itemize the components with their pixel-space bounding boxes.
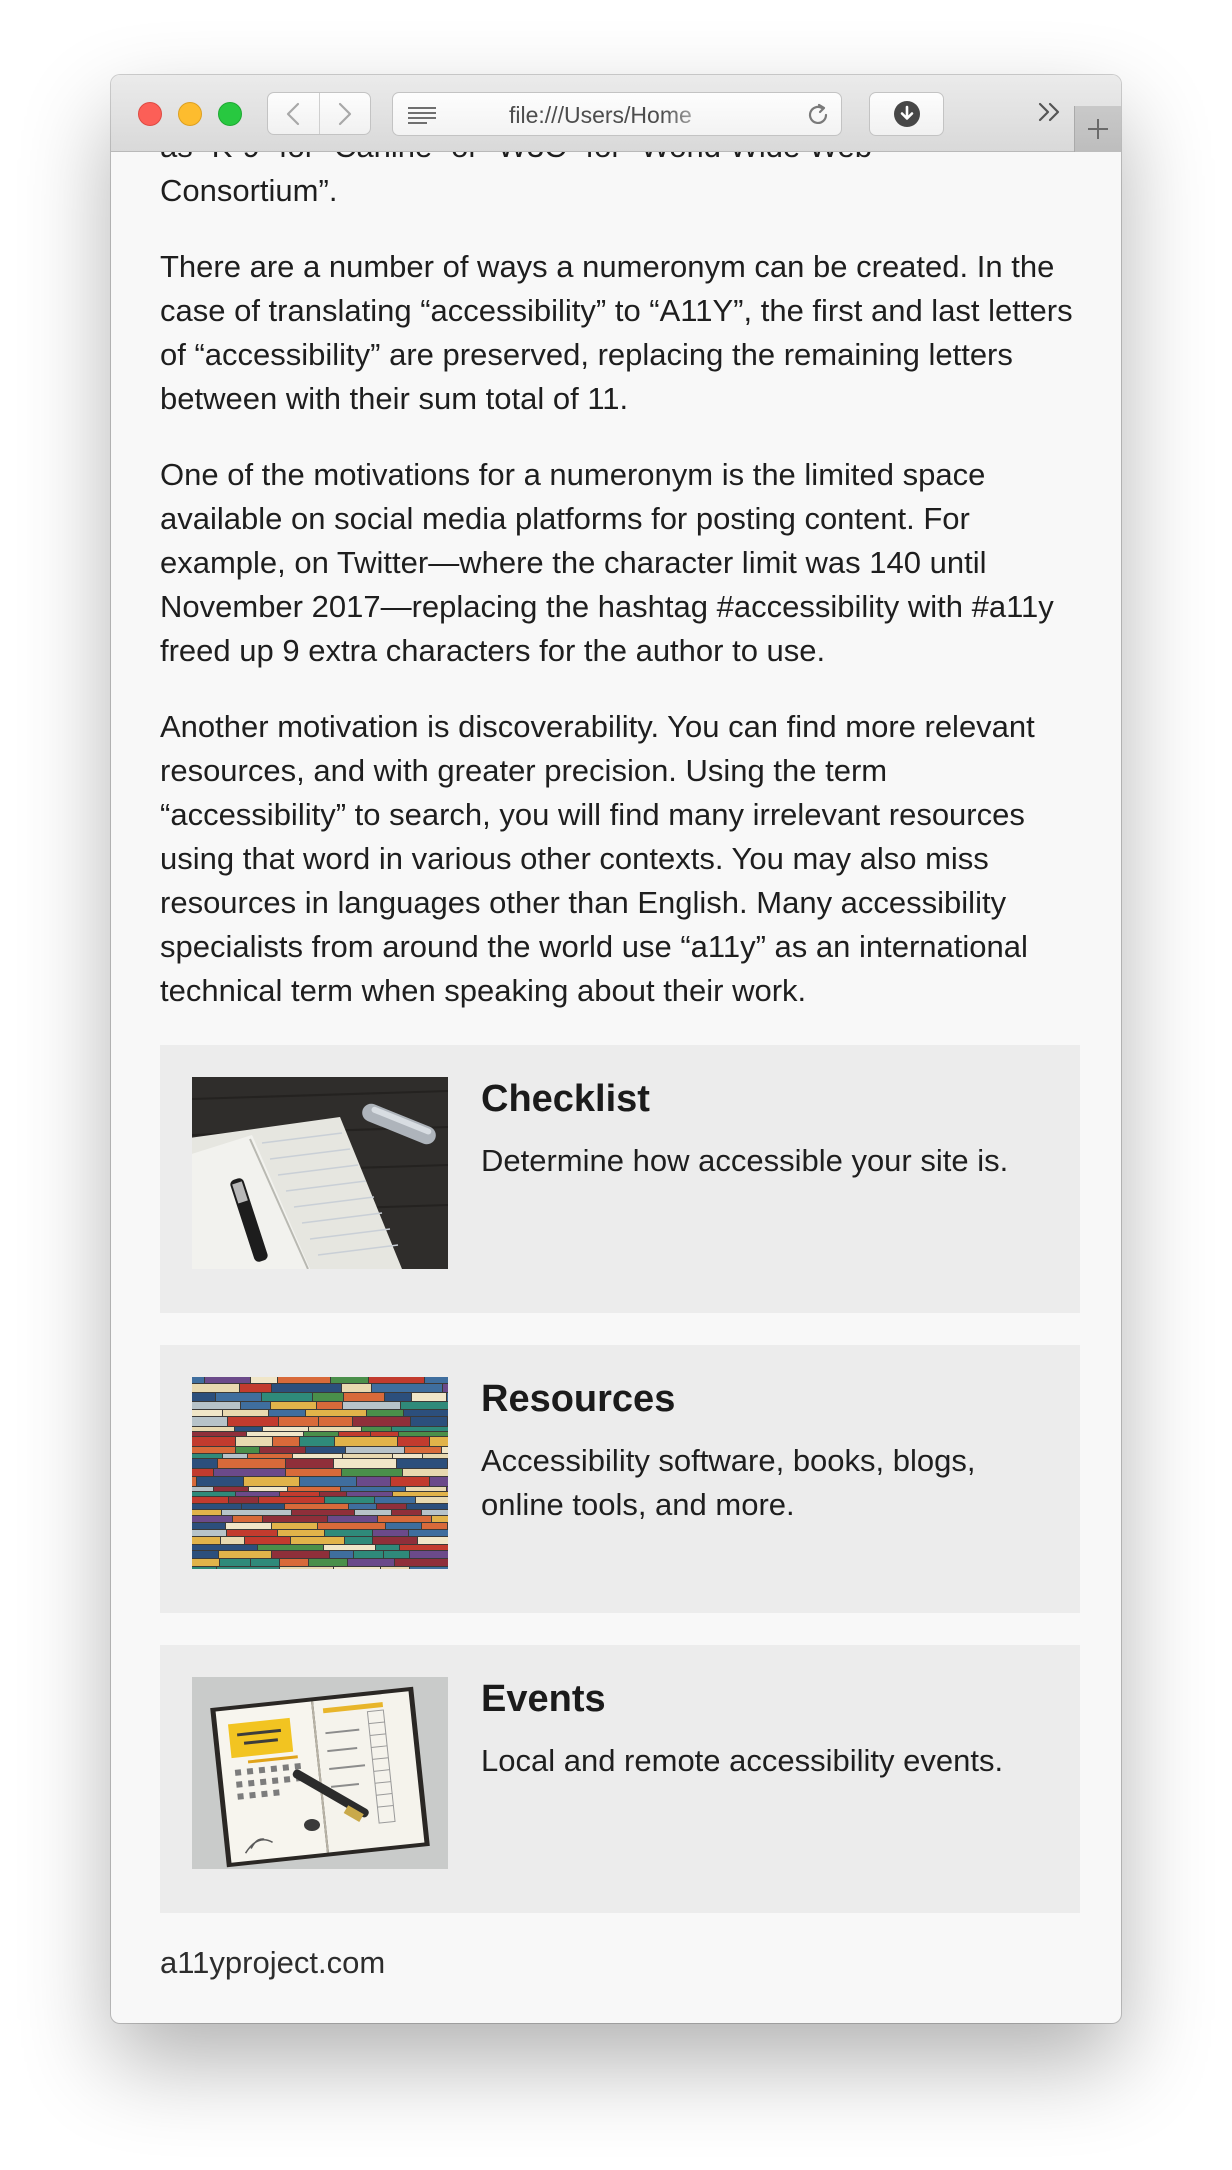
article-paragraph-4: Another motivation is discoverability. Y… [160, 709, 1035, 1008]
card-description: Determine how accessible your site is. [481, 1143, 1009, 1178]
close-window-button[interactable] [138, 102, 162, 126]
article-paragraph-1: as “K-9” for “Canine” or “W3C” for “Worl… [160, 152, 1080, 213]
reader-icon[interactable] [407, 106, 437, 124]
minimize-window-button[interactable] [178, 102, 202, 126]
checklist-thumbnail [192, 1077, 448, 1269]
resources-thumbnail [192, 1377, 448, 1569]
url-text[interactable]: file:///Users/Home [509, 93, 723, 137]
card-title[interactable]: Resources [481, 1377, 1050, 1421]
resources-card-text: Resources Accessibility software, books,… [481, 1377, 1050, 1527]
article-paragraph-2: There are a number of ways a numeronym c… [160, 249, 1073, 416]
forward-button[interactable] [318, 93, 371, 134]
checklist-card-text: Checklist Determine how accessible your … [481, 1077, 1050, 1183]
reload-icon[interactable] [805, 102, 831, 128]
card-events[interactable]: Events Local and remote accessibility ev… [160, 1645, 1080, 1913]
back-button[interactable] [268, 93, 319, 134]
download-icon [893, 101, 920, 127]
article-paragraph-3: One of the motivations for a numeronym i… [160, 457, 1054, 668]
downloads-button[interactable] [869, 92, 944, 136]
back-icon [287, 102, 300, 125]
article-partial-line: as “K-9” for “Canine” or “W3C” for “Worl… [160, 152, 872, 164]
history-navigation [267, 92, 371, 135]
page-content: as “K-9” for “Canine” or “W3C” for “Worl… [160, 152, 1080, 1985]
events-card-text: Events Local and remote accessibility ev… [481, 1677, 1050, 1783]
new-tab-button[interactable] [1074, 106, 1121, 152]
zoom-window-button[interactable] [218, 102, 242, 126]
address-bar[interactable]: file:///Users/Home [392, 92, 842, 136]
card-description: Accessibility software, books, blogs, on… [481, 1443, 976, 1522]
forward-icon [338, 102, 351, 125]
article-line-end: Consortium”. [160, 173, 338, 208]
overflow-icon[interactable] [1037, 101, 1063, 123]
card-checklist[interactable]: Checklist Determine how accessible your … [160, 1045, 1080, 1313]
events-thumbnail [192, 1677, 448, 1869]
page-viewport[interactable]: as “K-9” for “Canine” or “W3C” for “Worl… [111, 152, 1121, 2023]
card-description: Local and remote accessibility events. [481, 1743, 1004, 1778]
card-resources[interactable]: Resources Accessibility software, books,… [160, 1345, 1080, 1613]
card-title[interactable]: Events [481, 1677, 1050, 1721]
plus-icon [1088, 119, 1108, 139]
footer-site-link[interactable]: a11yproject.com [160, 1941, 1080, 1985]
browser-window: file:///Users/Home as “K-9” for “Canine” [111, 75, 1121, 2023]
browser-toolbar: file:///Users/Home [111, 75, 1121, 152]
card-title[interactable]: Checklist [481, 1077, 1050, 1121]
